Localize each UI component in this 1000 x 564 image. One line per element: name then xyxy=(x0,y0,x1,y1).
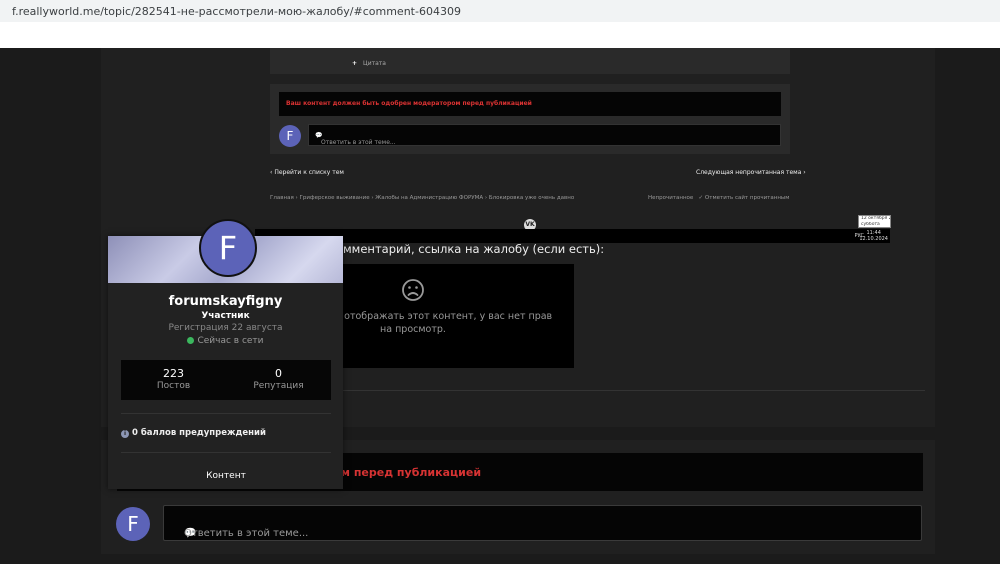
date-tooltip: 12 октября 20 суббота xyxy=(858,215,891,228)
comment-field-label: мментарий, ссылка на жалобу (если есть): xyxy=(343,242,605,256)
reply-avatar[interactable]: F xyxy=(116,507,150,541)
url-text: f.reallyworld.me/topic/282541-не-рассмот… xyxy=(12,5,461,18)
stat-reputation: 0 Репутация xyxy=(253,367,304,391)
inner-tools: Непрочитанное ✓ Отметить сайт прочитанны… xyxy=(648,195,790,201)
profile-registered: Регистрация 22 августа xyxy=(168,323,283,333)
online-dot-icon xyxy=(187,337,195,344)
profile-role: Участник xyxy=(201,311,250,321)
divider xyxy=(343,390,925,391)
os-taskbar: РУС 11:44 12.10.2024 xyxy=(255,229,890,243)
profile-stats: 223 Постов 0 Репутация xyxy=(121,360,331,400)
inner-breadcrumb: Главная › Гриферское выживание › Жалобы … xyxy=(270,195,575,201)
sad-face-icon xyxy=(402,279,424,301)
inner-unread-link[interactable]: Непрочитанное xyxy=(648,195,693,201)
card-divider xyxy=(121,413,331,414)
inner-mark-read-link[interactable]: Отметить сайт прочитанным xyxy=(705,195,790,201)
address-bar[interactable]: f.reallyworld.me/topic/282541-не-рассмот… xyxy=(0,0,1000,22)
inner-quote-button[interactable]: + Цитата xyxy=(352,60,386,67)
inner-nav-prev-link[interactable]: ‹ Перейти к списку тем xyxy=(270,169,344,176)
profile-username[interactable]: forumskayfigny xyxy=(108,294,343,309)
inner-avatar: F xyxy=(279,125,301,147)
inner-nav-next-link[interactable]: Следующая непрочитанная тема › xyxy=(696,169,806,176)
stat-posts: 223 Постов xyxy=(156,367,191,391)
inner-moderation-warning: Ваш контент должен быть одобрен модерато… xyxy=(279,92,781,116)
reply-input[interactable]: 💬 Ответить в этой теме... xyxy=(163,505,922,541)
profile-avatar[interactable]: F xyxy=(199,219,257,277)
chevron-right-icon: › xyxy=(801,169,806,176)
taskbar-clock[interactable]: 11:44 12.10.2024 xyxy=(859,230,888,242)
browser-toolbar-strip xyxy=(0,22,1000,48)
info-icon: i xyxy=(121,430,129,438)
profile-online-status: Сейчас в сети xyxy=(108,336,343,346)
warning-points: i0 баллов предупреждений xyxy=(121,428,266,438)
inner-reply-input[interactable]: 💬 Ответить в этой теме... xyxy=(308,124,781,146)
inner-post-footer xyxy=(270,48,790,74)
content-button[interactable]: Контент xyxy=(121,465,331,487)
card-divider xyxy=(121,452,331,453)
